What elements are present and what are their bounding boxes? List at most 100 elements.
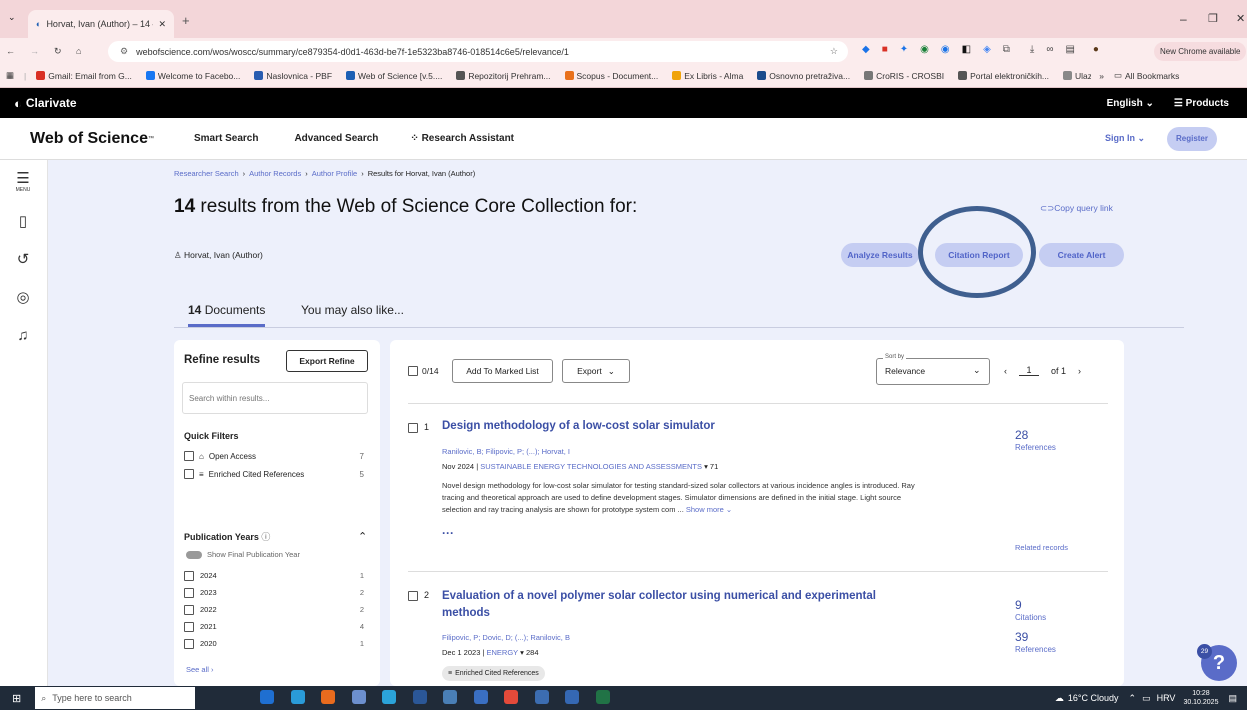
record-authors[interactable]: Filipovic, P; Dovic, D; (...); Ranilovic… (442, 633, 570, 642)
minimize-icon[interactable]: – (1180, 12, 1187, 26)
bookmark-item[interactable]: Scopus - Document... (564, 71, 658, 81)
breadcrumb-author-profile[interactable]: Author Profile (312, 169, 357, 178)
toggle-switch[interactable] (186, 550, 202, 559)
edge-icon[interactable] (260, 690, 275, 704)
references-label[interactable]: References (1015, 645, 1056, 654)
extension-icon[interactable]: ◆ (862, 44, 870, 55)
history-icon[interactable]: ↺ (12, 248, 34, 270)
address-bar[interactable]: ⚙ webofscience.com/wos/woscc/summary/ce8… (108, 41, 848, 62)
journal-dropdown-icon[interactable]: ▾ (520, 648, 524, 657)
tab-search-icon[interactable]: ⌄ (8, 12, 16, 23)
bookmark-item[interactable]: Ex Libris - Alma (672, 71, 743, 81)
profile-icon[interactable]: ◎ (12, 286, 34, 308)
create-alert-button[interactable]: Create Alert (1039, 243, 1124, 267)
taskbar-search[interactable]: ⌕ Type here to search (35, 687, 196, 709)
sort-select[interactable]: Sort by Relevance ⌄ (876, 354, 990, 385)
filter-checkbox[interactable] (184, 469, 194, 479)
language-indicator[interactable]: HRV (1157, 693, 1176, 703)
tab-also-like[interactable]: You may also like... (301, 303, 404, 317)
references-label[interactable]: References (1015, 443, 1056, 452)
extension-icon[interactable]: ◉ (941, 44, 950, 55)
bookmark-item[interactable]: CroRIS - CROSBI (864, 71, 944, 81)
download-icon[interactable]: ⤓ (1030, 44, 1034, 55)
app-icon[interactable] (382, 690, 397, 704)
smart-search-link[interactable]: Smart Search (194, 133, 258, 144)
export-button[interactable]: Export ⌄ (562, 359, 630, 383)
weather-widget[interactable]: ☁ 16°C Cloudy (1055, 693, 1119, 704)
extension-icon[interactable]: ■ (882, 44, 888, 55)
year-checkbox[interactable] (184, 638, 194, 649)
more-options-icon[interactable]: ··· (442, 526, 454, 540)
app-icon[interactable] (351, 690, 366, 704)
app-icon[interactable] (443, 690, 458, 704)
year-checkbox[interactable] (184, 621, 194, 632)
close-tab-icon[interactable]: ✕ (158, 19, 166, 30)
tab-documents[interactable]: 14 Documents (188, 303, 266, 327)
record-journal[interactable]: ENERGY (487, 648, 519, 657)
windows-start-icon[interactable]: ⊞ (12, 692, 21, 705)
chrome-icon[interactable] (504, 690, 519, 704)
prev-page-icon[interactable]: ‹ (1004, 366, 1007, 376)
app-icon[interactable] (534, 690, 549, 704)
extension-icon[interactable]: ◉ (920, 44, 929, 55)
extensions-puzzle-icon[interactable]: ⧉ (1003, 44, 1010, 55)
year-filter-row[interactable]: 2023 2 (184, 584, 364, 601)
bookmark-item[interactable]: Web of Science [v.5.... (346, 71, 442, 81)
record-checkbox[interactable] (408, 423, 418, 433)
select-all-checkbox[interactable] (408, 366, 418, 376)
bookmark-item[interactable]: Gmail: Email from G... (36, 71, 132, 81)
home-icon[interactable]: ⌂ (76, 46, 90, 56)
bookmark-item[interactable]: Ulaz u aplikaciju (1063, 71, 1091, 81)
year-checkbox[interactable] (184, 587, 194, 598)
year-checkbox[interactable] (184, 570, 194, 581)
related-records-link[interactable]: Related records (1015, 543, 1068, 552)
select-all[interactable]: 0/14 (408, 366, 439, 376)
see-all-link[interactable]: See all › (186, 665, 214, 674)
word-icon[interactable] (412, 690, 427, 704)
profile-avatar-icon[interactable]: ● (1093, 44, 1099, 55)
bookmark-item[interactable]: Naslovnica - PBF (254, 71, 332, 81)
bookmark-star-icon[interactable]: ☆ (830, 46, 838, 57)
restore-icon[interactable]: ❐ (1208, 12, 1218, 25)
year-filter-row[interactable]: 2024 1 (184, 567, 364, 584)
show-final-toggle[interactable]: Show Final Publication Year (186, 550, 300, 559)
year-filter-row[interactable]: 2022 2 (184, 601, 364, 618)
analyze-results-button[interactable]: Analyze Results (841, 243, 919, 267)
app-icon[interactable] (565, 690, 580, 704)
citations-count[interactable]: 9 (1015, 598, 1022, 612)
menu-button[interactable]: ☰ MENU (12, 166, 34, 196)
export-refine-button[interactable]: Export Refine (286, 350, 368, 372)
info-icon[interactable]: ⓘ (261, 532, 270, 542)
research-assistant-link[interactable]: ⁘ Research Assistant (410, 133, 514, 144)
journal-dropdown-icon[interactable]: ▾ (704, 462, 708, 471)
new-chrome-button[interactable]: New Chrome available (1154, 42, 1247, 61)
products-button[interactable]: ☰ Products (1174, 98, 1229, 109)
more-bookmarks-icon[interactable]: » (1099, 71, 1104, 81)
register-button[interactable]: Register (1167, 126, 1217, 151)
marked-list-icon[interactable]: ▯ (12, 210, 34, 232)
extension-icon[interactable]: ◈ (983, 44, 991, 55)
bookmark-item[interactable]: Repozitorij Prehram... (456, 71, 551, 81)
copy-query-link[interactable]: ⊂⊃Copy query link (1040, 203, 1113, 214)
side-panel-icon[interactable]: ▤ (1065, 44, 1074, 55)
browser-tab[interactable]: ◐ Horvat, Ivan (Author) – 14 – W... ✕ (28, 10, 174, 38)
record-journal[interactable]: SUSTAINABLE ENERGY TECHNOLOGIES AND ASSE… (480, 462, 702, 471)
collapse-chevron-icon[interactable]: ⌃ (358, 530, 367, 543)
breadcrumb-researcher-search[interactable]: Researcher Search (174, 169, 239, 178)
app-icon[interactable] (473, 690, 488, 704)
record-authors[interactable]: Ranilovic, B; Filipovic, P; (...); Horva… (442, 447, 570, 456)
citations-label[interactable]: Citations (1015, 613, 1046, 622)
record-checkbox[interactable] (408, 591, 418, 601)
app-icon[interactable] (290, 690, 305, 704)
wos-logo[interactable]: Web of Science (30, 130, 148, 148)
page-input[interactable]: 1 (1019, 365, 1039, 376)
breadcrumb-author-records[interactable]: Author Records (249, 169, 301, 178)
filter-open-access[interactable]: ⌂ Open Access 7 (184, 451, 364, 461)
advanced-search-link[interactable]: Advanced Search (294, 133, 378, 144)
references-count[interactable]: 28 (1015, 428, 1028, 442)
language-select[interactable]: English ⌄ (1107, 98, 1154, 109)
network-icon[interactable]: ▭ (1142, 693, 1151, 704)
clock[interactable]: 10:28 30.10.2025 (1183, 689, 1218, 707)
filter-checkbox[interactable] (184, 451, 194, 461)
extension-icon[interactable]: ✦ (900, 44, 908, 55)
